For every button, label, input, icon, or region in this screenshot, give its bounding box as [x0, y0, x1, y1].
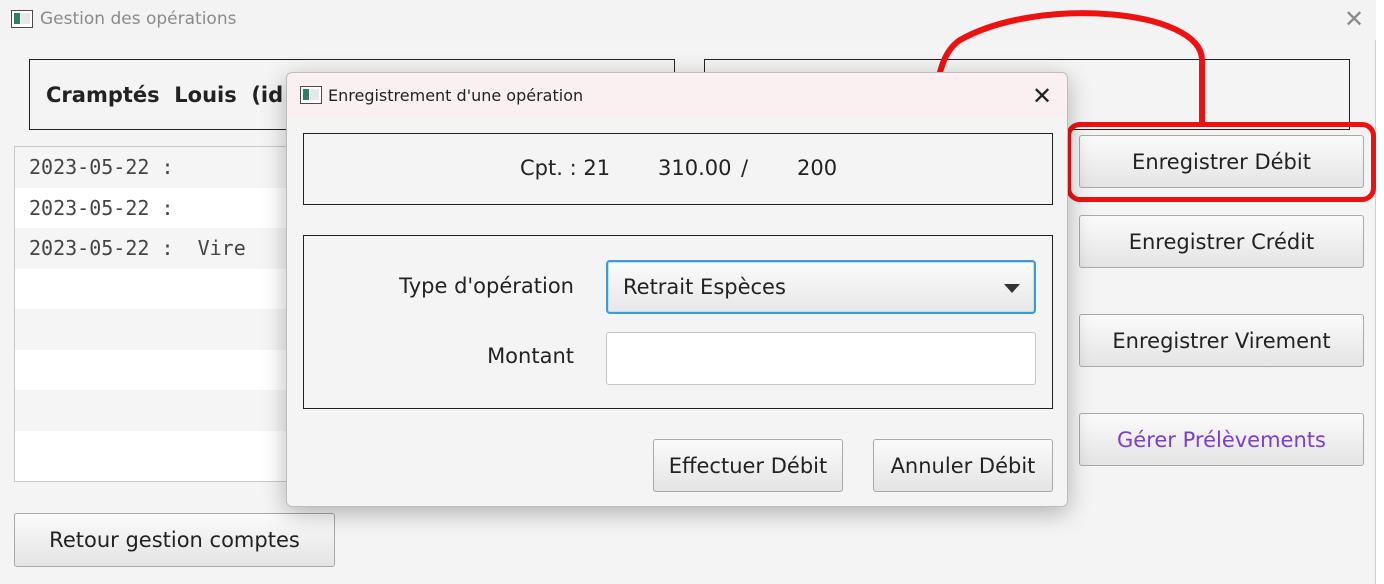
- dialog-title: Enregistrement d'une opération: [328, 86, 584, 105]
- summary-separator: /: [741, 156, 749, 180]
- app-window-icon: [300, 86, 322, 104]
- annuler-debit-button[interactable]: Annuler Débit: [873, 439, 1053, 492]
- type-operation-select[interactable]: Retrait Espèces: [606, 260, 1036, 314]
- overdraft-limit: 200: [797, 156, 838, 180]
- account-number: Cpt. : 21: [520, 156, 611, 180]
- type-operation-label: Type d'opération: [399, 274, 574, 298]
- effectuer-debit-button[interactable]: Effectuer Débit: [653, 439, 843, 492]
- montant-label: Montant: [487, 344, 574, 368]
- chevron-down-icon[interactable]: [1004, 284, 1020, 293]
- type-operation-value: Retrait Espèces: [623, 275, 786, 299]
- montant-input[interactable]: [606, 332, 1036, 385]
- dialog-title-bar[interactable]: Enregistrement d'une opération ✕: [287, 73, 1067, 117]
- account-summary-box: Cpt. : 21 310.00 / 200: [303, 133, 1053, 205]
- close-icon[interactable]: ✕: [1032, 84, 1052, 108]
- operation-dialog: Enregistrement d'une opération ✕ Cpt. : …: [286, 72, 1068, 507]
- account-balance: 310.00: [658, 156, 732, 180]
- operation-form: Type d'opération Retrait Espèces Montant: [303, 235, 1053, 409]
